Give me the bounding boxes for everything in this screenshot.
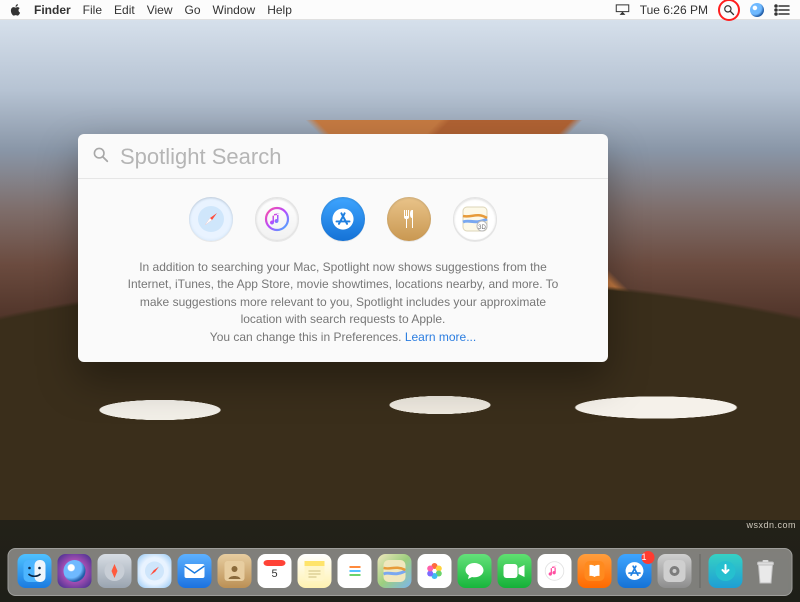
menu-help[interactable]: Help [267, 3, 292, 17]
menu-file[interactable]: File [83, 3, 102, 17]
dock-photos[interactable] [418, 554, 452, 588]
watermark: wsxdn.com [746, 520, 796, 530]
dock-calendar[interactable]: 5 [258, 554, 292, 588]
restaurants-icon[interactable] [387, 197, 431, 241]
dock-mail[interactable] [178, 554, 212, 588]
learn-more-link[interactable]: Learn more... [405, 330, 476, 344]
wallpaper-layer [0, 380, 800, 430]
siri-icon[interactable] [750, 3, 764, 17]
dock-itunes[interactable] [538, 554, 572, 588]
spotlight-description-text: In addition to searching your Mac, Spotl… [128, 260, 559, 326]
spotlight-search-input[interactable] [120, 144, 594, 170]
spotlight-description: In addition to searching your Mac, Spotl… [78, 255, 608, 362]
airplay-icon[interactable] [615, 3, 630, 16]
dock-facetime[interactable] [498, 554, 532, 588]
spotlight-suggestion-icons: 3D [78, 179, 608, 255]
dock-downloads[interactable] [709, 554, 743, 588]
dock-reminders[interactable] [338, 554, 372, 588]
app-name[interactable]: Finder [34, 3, 71, 17]
menubar: Finder File Edit View Go Window Help Tue… [0, 0, 800, 20]
svg-text:5: 5 [271, 568, 277, 580]
dock-trash[interactable] [749, 554, 783, 588]
dock-ibooks[interactable] [578, 554, 612, 588]
maps-icon[interactable]: 3D [453, 197, 497, 241]
spotlight-search-row [78, 134, 608, 178]
app-store-icon[interactable] [321, 197, 365, 241]
dock: 51 [8, 548, 793, 596]
desktop: wsxdn.com Finder File Edit View Go Windo… [0, 0, 800, 602]
spotlight-preferences-line: You can change this in Preferences. [210, 330, 402, 344]
menu-window[interactable]: Window [213, 3, 256, 17]
menu-go[interactable]: Go [185, 3, 201, 17]
menu-view[interactable]: View [147, 3, 173, 17]
dock-siri[interactable] [58, 554, 92, 588]
notification-center-icon[interactable] [774, 4, 790, 16]
itunes-icon[interactable] [255, 197, 299, 241]
dock-finder[interactable] [18, 554, 52, 588]
dock-maps[interactable] [378, 554, 412, 588]
badge: 1 [642, 551, 655, 564]
spotlight-menu-icon[interactable] [718, 0, 740, 21]
svg-text:3D: 3D [478, 225, 486, 231]
spotlight-panel: 3D In addition to searching your Mac, Sp… [78, 134, 608, 362]
dock-system-preferences[interactable] [658, 554, 692, 588]
safari-icon[interactable] [189, 197, 233, 241]
dock-safari[interactable] [138, 554, 172, 588]
menubar-clock[interactable]: Tue 6:26 PM [640, 3, 708, 17]
search-icon [92, 146, 110, 169]
dock-messages[interactable] [458, 554, 492, 588]
dock-launchpad[interactable] [98, 554, 132, 588]
dock-notes[interactable] [298, 554, 332, 588]
dock-contacts[interactable] [218, 554, 252, 588]
menu-edit[interactable]: Edit [114, 3, 135, 17]
apple-menu[interactable] [10, 4, 22, 16]
dock-app-store[interactable]: 1 [618, 554, 652, 588]
